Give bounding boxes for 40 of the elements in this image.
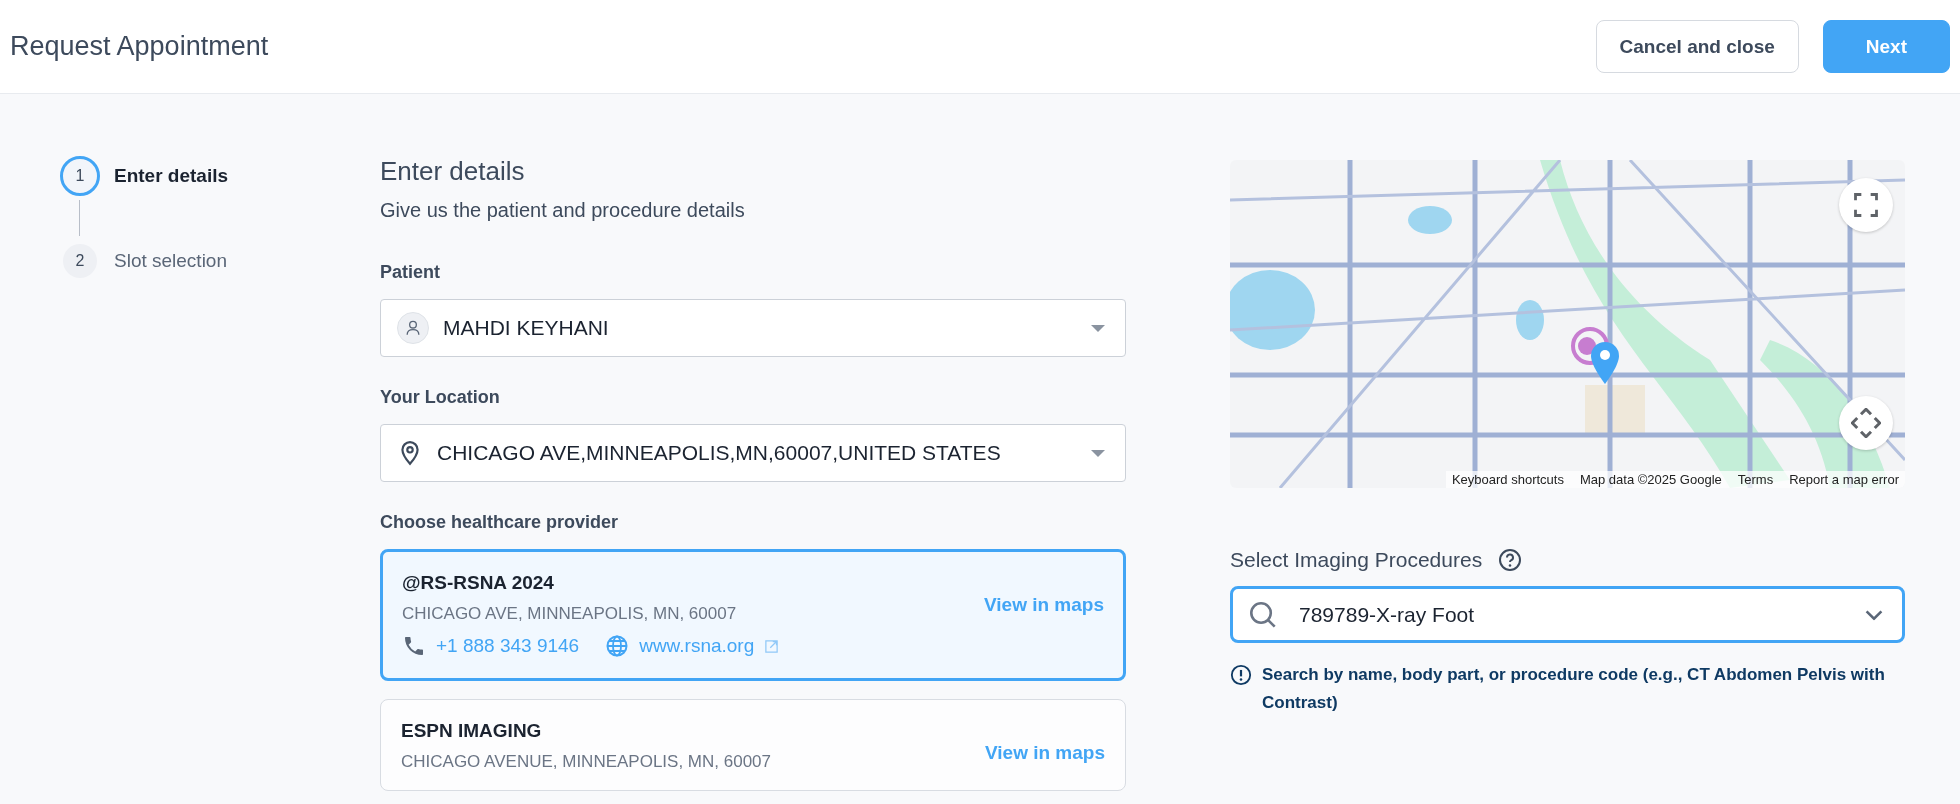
info-icon [1230,664,1252,686]
page-title: Request Appointment [10,31,270,62]
provider-card[interactable]: ESPN IMAGING CHICAGO AVENUE, MINNEAPOLIS, MN, 60007 View in maps [380,699,1126,791]
select-value: MAHDI KEYHANI [443,316,610,340]
procedure-search-field[interactable]: 789789-X-ray Foot [1230,586,1905,643]
map-attribution-link[interactable]: Report a map error [1789,472,1899,487]
select-value: CHICAGO AVE,MINNEAPOLIS,MN,60007,UNITED STATES [437,441,1002,465]
phone-icon [402,634,426,658]
map-attribution-link[interactable]: Map data ©2025 Google [1579,472,1722,487]
step-label[interactable]: Enter details [114,165,229,187]
fullscreen-icon [1852,191,1880,219]
step-number: 1 [60,156,100,196]
field-label: Patient [380,262,441,283]
provider-address: CHICAGO AVENUE, MINNEAPOLIS, MN, 60007 [401,752,772,772]
map-attribution-link[interactable]: Terms [1737,472,1774,487]
move-arrows-icon [1851,408,1881,438]
search-icon [1250,601,1276,628]
cancel-button[interactable]: Cancel and close [1595,20,1799,73]
patient-select[interactable]: MAHDI KEYHANI [380,299,1126,357]
location-marker-icon [1570,326,1610,366]
field-label: Choose healthcare provider [380,512,620,533]
section-subtitle: Give us the patient and procedure details [380,199,746,222]
provider-name: ESPN IMAGING [401,720,543,742]
step-number: 2 [63,244,97,278]
step-label[interactable]: Slot selection [114,250,227,272]
provider-name: @RS-RSNA 2024 [402,572,555,594]
dropdown-caret-icon [1091,324,1105,332]
map-attribution-link[interactable]: Keyboard shortcuts [1451,472,1564,487]
globe-icon [605,634,630,658]
field-label: Your Location [380,387,501,408]
external-link-icon [764,638,780,654]
field-label: Select Imaging Procedures [1230,548,1483,572]
chevron-down-icon [1865,609,1883,620]
dropdown-caret-icon [1091,449,1105,457]
section-heading: Enter details [380,156,526,187]
provider-address: CHICAGO AVE, MINNEAPOLIS, MN, 60007 [402,604,738,624]
location-select[interactable]: CHICAGO AVE,MINNEAPOLIS,MN,60007,UNITED STATES [380,424,1126,482]
map-pin-icon [1590,342,1620,384]
hint-text: Search by name, body part, or procedure code (e.g., CT Abdomen Pelvis with Contrast) [1262,664,1886,714]
help-icon [1498,548,1523,572]
